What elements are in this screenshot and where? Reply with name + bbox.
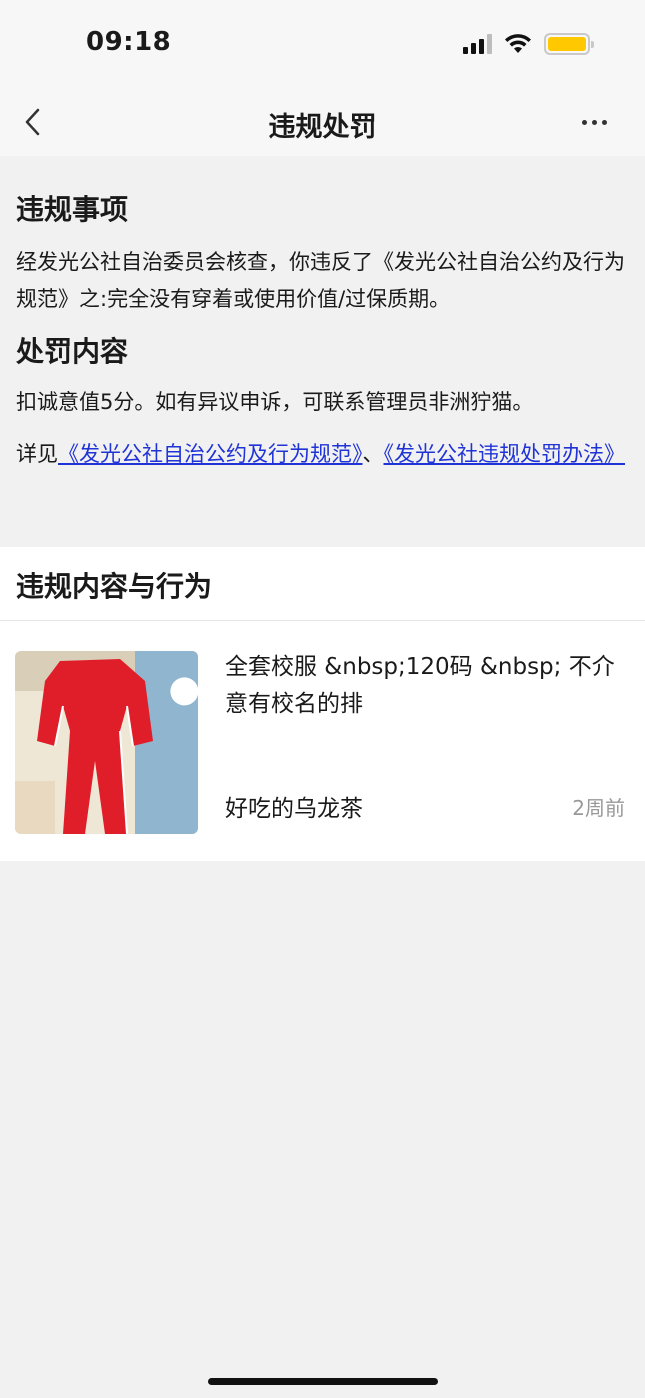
content-section-title: 违规内容与行为 — [16, 570, 213, 603]
item-timestamp: 2周前 — [572, 796, 625, 820]
violation-text: 经发光公社自治委员会核查，你违反了《发光公社自治公约及行为规范》之:完全没有穿着… — [16, 250, 625, 311]
status-time: 09:18 — [86, 27, 172, 57]
nav-bar: 违规处罚 — [0, 88, 645, 156]
rules-reference: 详见《发光公社自治公约及行为规范》、《发光公社违规处罚办法》 — [16, 436, 631, 473]
status-bar: 09:18 — [0, 0, 645, 88]
violation-heading: 违规事项 — [16, 193, 129, 226]
link-separator: 、 — [362, 442, 384, 466]
page-title: 违规处罚 — [268, 112, 377, 143]
item-thumbnail[interactable] — [15, 651, 198, 834]
status-icons — [463, 30, 594, 58]
more-dots-icon[interactable] — [582, 120, 607, 125]
rules-link-penalty[interactable]: 《发光公社违规处罚办法》 — [384, 442, 626, 466]
red-tracksuit-image — [15, 651, 198, 834]
see-prefix: 详见 — [16, 442, 58, 466]
wifi-icon — [505, 34, 531, 53]
rules-link-conduct[interactable]: 《发光公社自治公约及行为规范》 — [58, 442, 363, 466]
item-title[interactable]: 全套校服 &nbsp;120码 &nbsp; 不介意有校名的排 — [225, 649, 620, 723]
penalty-text: 扣诚意值5分。如有异议申诉，可联系管理员非洲狞猫。 — [16, 390, 534, 414]
battery-icon — [544, 33, 594, 55]
item-username[interactable]: 好吃的乌龙茶 — [225, 789, 363, 823]
cellular-signal-icon — [463, 34, 492, 54]
penalty-heading: 处罚内容 — [16, 335, 129, 368]
content-section-header: 违规内容与行为 — [0, 547, 645, 621]
violation-detail-section: 违规事项 经发光公社自治委员会核查，你违反了《发光公社自治公约及行为规范》之:完… — [0, 156, 645, 546]
home-indicator[interactable] — [208, 1378, 438, 1385]
violating-item-card[interactable]: 全套校服 &nbsp;120码 &nbsp; 不介意有校名的排 好吃的乌龙茶 2… — [0, 621, 645, 861]
